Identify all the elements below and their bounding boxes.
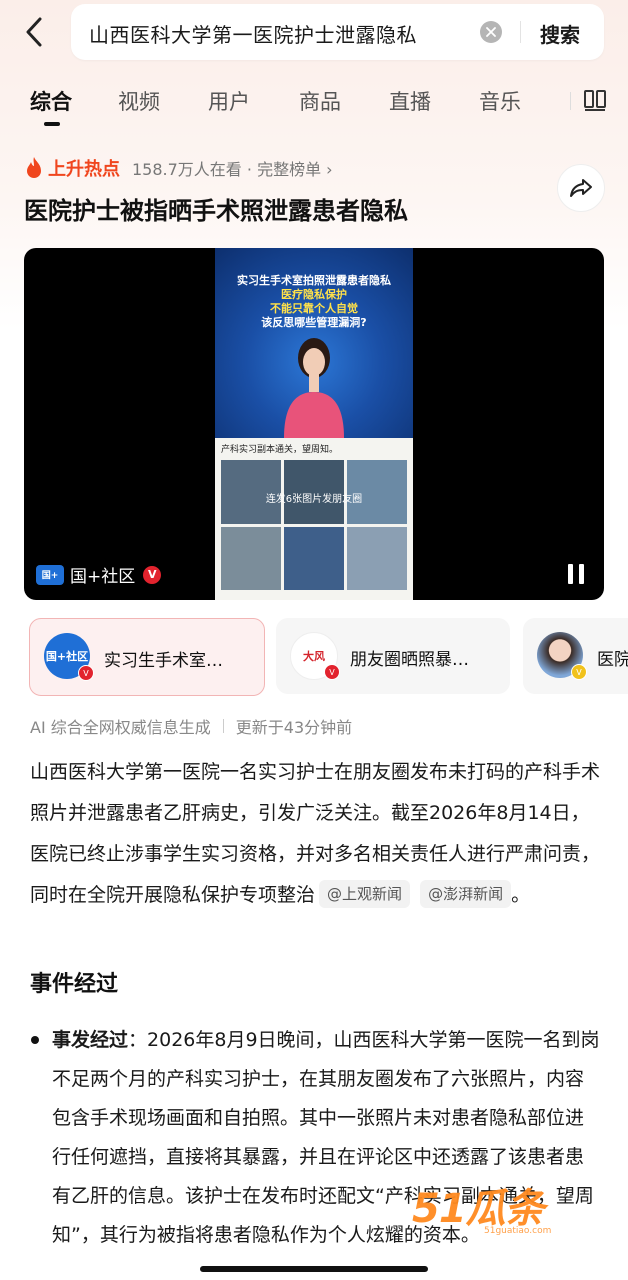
caption-line-1: 实习生手术室拍照泄露患者隐私 bbox=[237, 274, 391, 287]
share-icon bbox=[570, 179, 592, 197]
source-cards: 国+社区 V 实习生手术室… 大风 V 朋友圈晒照暴… V 医院 bbox=[29, 618, 628, 696]
ai-generated-meta: AI 综合全网权威信息生成 更新于43分钟前 bbox=[30, 714, 352, 738]
trend-title[interactable]: 医院护士被指晒手术照泄露患者隐私 bbox=[24, 191, 408, 226]
video-frame: 实习生手术室拍照泄露患者隐私 医疗隐私保护 不能只靠个人自觉 该反思哪些管理漏洞… bbox=[215, 248, 413, 600]
search-query[interactable]: 山西医科大学第一医院护士泄露隐私 bbox=[89, 19, 417, 48]
ai-label: AI 综合全网权威信息生成 bbox=[30, 718, 211, 737]
tab-live[interactable]: 直播 bbox=[389, 86, 431, 116]
video-caption: 实习生手术室拍照泄露患者隐私 医疗隐私保护 不能只靠个人自觉 该反思哪些管理漏洞… bbox=[215, 274, 413, 330]
screenshot-collage: 产科实习副本通关，望周知。 bbox=[215, 438, 413, 600]
flame-icon bbox=[27, 157, 41, 178]
category-tabs: 综合 视频 用户 商品 直播 音乐 bbox=[0, 82, 628, 132]
source-name: 国+社区 bbox=[70, 567, 136, 587]
card-title: 医院 bbox=[597, 650, 628, 670]
card-title: 实习生手术室… bbox=[104, 651, 223, 671]
card-title: 朋友圈晒照暴… bbox=[350, 650, 469, 670]
updated-time: 更新于43分钟前 bbox=[235, 718, 353, 737]
video-source[interactable]: 国+ 国+社区 V bbox=[36, 562, 162, 587]
source-tag[interactable]: @澎湃新闻 bbox=[420, 880, 512, 908]
chevron-left-icon bbox=[26, 17, 42, 47]
clear-icon[interactable] bbox=[480, 21, 502, 43]
bullet-dot bbox=[31, 1036, 39, 1044]
home-indicator[interactable] bbox=[200, 1266, 428, 1272]
tab-divider bbox=[570, 92, 571, 110]
photo-thumb bbox=[221, 526, 281, 590]
verified-badge: V bbox=[143, 565, 162, 584]
post-caption: 产科实习副本通关，望周知。 bbox=[221, 445, 339, 455]
caption-line-2: 医疗隐私保护 bbox=[281, 288, 347, 301]
tab-music[interactable]: 音乐 bbox=[479, 86, 521, 116]
trend-row[interactable]: 上升热点 158.7万人在看 · 完整榜单 › bbox=[24, 153, 333, 183]
book-icon[interactable] bbox=[583, 88, 607, 116]
bullet-label: 事发经过 bbox=[52, 1029, 129, 1051]
news-anchor-image bbox=[284, 338, 344, 438]
caption-line-4: 该反思哪些管理漏洞? bbox=[261, 316, 367, 329]
active-tab-indicator bbox=[44, 122, 60, 126]
video-player[interactable]: 实习生手术室拍照泄露患者隐私 医疗隐私保护 不能只靠个人自觉 该反思哪些管理漏洞… bbox=[24, 248, 604, 600]
verified-badge: V bbox=[78, 665, 94, 681]
source-logo: 国+ bbox=[36, 564, 64, 585]
back-button[interactable] bbox=[18, 14, 50, 50]
share-button[interactable] bbox=[557, 164, 605, 212]
source-card[interactable]: 国+社区 V 实习生手术室… bbox=[29, 618, 265, 696]
search-header: 山西医科大学第一医院护士泄露隐私 搜索 bbox=[0, 0, 628, 66]
search-input[interactable]: 山西医科大学第一医院护士泄露隐私 搜索 bbox=[71, 4, 604, 60]
tab-users[interactable]: 用户 bbox=[208, 86, 250, 116]
summary-end: 。 bbox=[511, 884, 531, 906]
trend-label: 上升热点 bbox=[48, 159, 120, 180]
tab-products[interactable]: 商品 bbox=[299, 86, 341, 116]
source-tag[interactable]: @上观新闻 bbox=[319, 880, 411, 908]
source-card[interactable]: 大风 V 朋友圈晒照暴… bbox=[276, 618, 510, 694]
meta-divider bbox=[222, 719, 224, 733]
pause-icon[interactable] bbox=[568, 564, 586, 584]
video-overlay-text: 连发6张图片发朋友圈 bbox=[265, 494, 363, 505]
watermark-url: 51guatiao.com bbox=[484, 1226, 552, 1236]
caption-line-3: 不能只靠个人自觉 bbox=[270, 302, 358, 315]
tab-video[interactable]: 视频 bbox=[118, 86, 160, 116]
section-title: 事件经过 bbox=[30, 972, 119, 997]
source-card[interactable]: V 医院 bbox=[523, 618, 628, 694]
ai-summary: 山西医科大学第一医院一名实习护士在朋友圈发布未打码的产科手术照片并泄露患者乙肝病… bbox=[30, 752, 602, 916]
verified-badge: V bbox=[571, 664, 587, 680]
search-button[interactable]: 搜索 bbox=[540, 19, 580, 48]
photo-thumb bbox=[284, 526, 344, 590]
site-watermark: 51瓜条 51guatiao.com bbox=[412, 1170, 612, 1240]
photo-thumb bbox=[347, 526, 407, 590]
verified-badge: V bbox=[324, 664, 340, 680]
tab-comprehensive[interactable]: 综合 bbox=[30, 86, 72, 116]
trend-meta[interactable]: 158.7万人在看 · 完整榜单 › bbox=[132, 156, 333, 180]
search-divider bbox=[520, 21, 521, 43]
photo-grid bbox=[221, 460, 407, 590]
